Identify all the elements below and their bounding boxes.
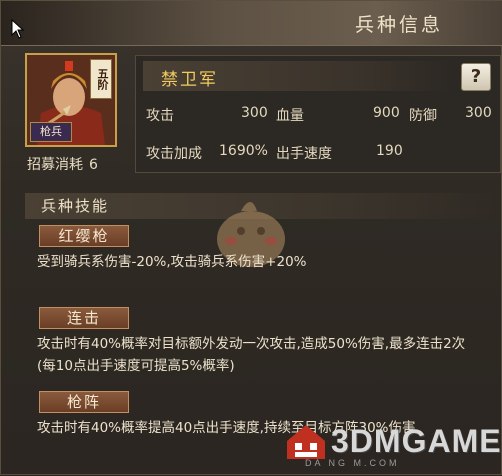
help-button[interactable]: ? xyxy=(461,63,491,91)
unit-name: 禁卫军 xyxy=(161,70,218,90)
rank-badge: 五阶 xyxy=(90,59,112,99)
attack-label: 攻击 xyxy=(146,108,174,124)
defense-value: 300 xyxy=(465,105,492,121)
skill-desc-hongyingqiang: 受到骑兵系伤害-20%,攻击骑兵系伤害+20% xyxy=(37,254,307,270)
watermark-text: 3DMGAME xyxy=(331,423,502,459)
defense-label: 防御 xyxy=(409,108,437,124)
attack-bonus-value: 1690% xyxy=(219,143,268,159)
skill-tab-hongyingqiang[interactable]: 红缨枪 xyxy=(39,225,129,247)
skill-tab-qiangzhen[interactable]: 枪阵 xyxy=(39,391,129,413)
hp-value: 900 xyxy=(373,105,400,121)
attack-value: 300 xyxy=(241,105,268,121)
skill-desc-lianji: 攻击时有40%概率对目标额外发动一次攻击,造成50%伤害,最多连击2次(每10点… xyxy=(37,336,466,374)
speed-value: 190 xyxy=(376,143,403,159)
unit-type-badge: 枪兵 xyxy=(30,122,72,142)
skills-title: 兵种技能 xyxy=(41,197,110,215)
speed-label: 出手速度 xyxy=(276,146,332,162)
watermark: 3DMGAME DA NG M.COM xyxy=(283,413,502,476)
unit-portrait[interactable]: 五阶 枪兵 xyxy=(25,53,117,147)
mouse-cursor-icon xyxy=(11,19,25,39)
recruit-cost-label: 招募消耗 xyxy=(27,157,83,173)
unit-info-panel: 兵种信息 五阶 枪兵 招募消耗 6 禁卫军 ? 攻击 300 血量 900 防御 … xyxy=(0,0,502,475)
panel-title: 兵种信息 xyxy=(354,14,443,36)
attack-bonus-label: 攻击加成 xyxy=(146,146,202,162)
watermark-subtext: DA NG M.COM xyxy=(305,458,400,468)
hp-label: 血量 xyxy=(276,108,304,124)
recruit-cost-value: 6 xyxy=(89,157,98,173)
recruit-cost: 招募消耗 6 xyxy=(27,154,98,174)
skill-tab-lianji[interactable]: 连击 xyxy=(39,307,129,329)
